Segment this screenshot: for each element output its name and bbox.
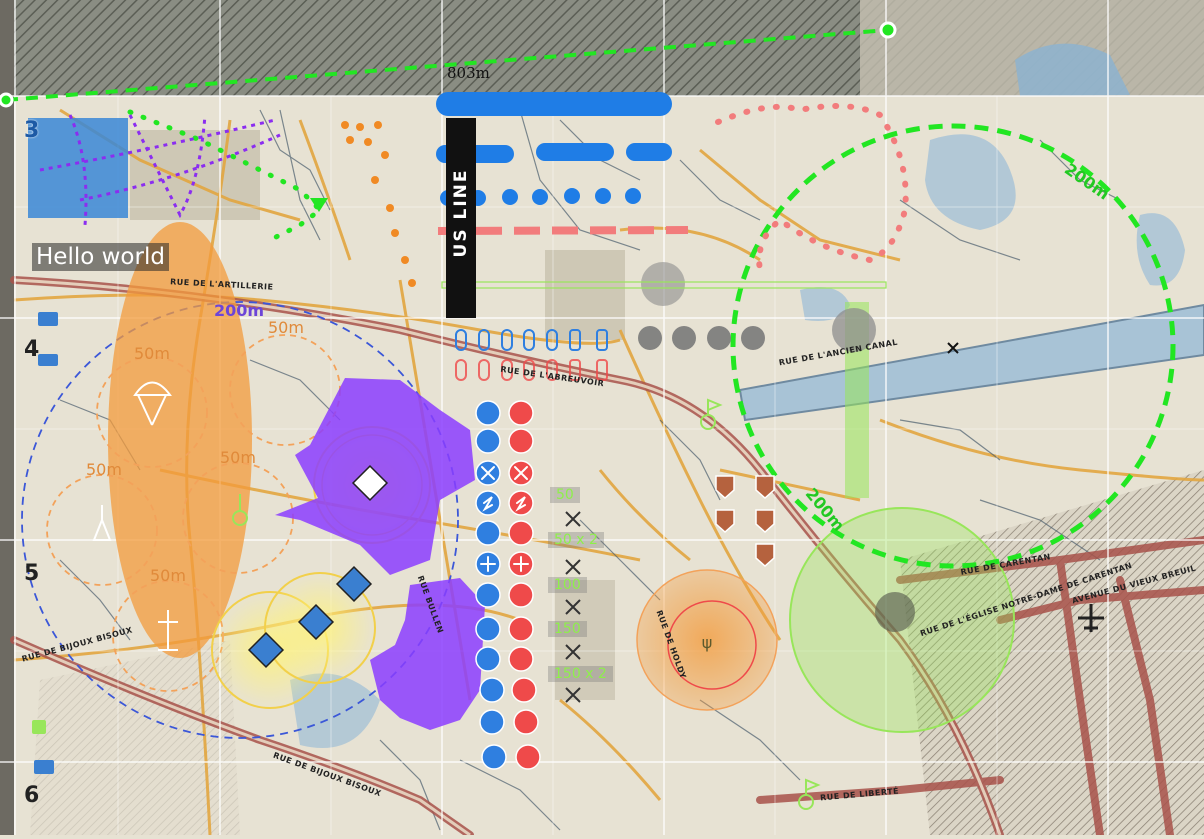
magnitude-label: 50 x 2 — [548, 532, 604, 548]
route-node[interactable] — [879, 21, 897, 39]
us-line-marker: US LINE — [446, 118, 476, 318]
magnitude-label: 100 — [548, 577, 587, 593]
grid-number-5: 5 — [24, 561, 40, 586]
radius-label-200m-blue: 200m — [214, 301, 265, 320]
map-canvas[interactable]: ψ Hello world 803m US LINE 3 4 5 6 50m 5… — [0, 0, 1204, 839]
dark-spot — [875, 592, 915, 632]
field-patch — [545, 250, 625, 340]
distance-label: 803m — [447, 64, 490, 82]
trench-marker: ψ — [702, 633, 713, 652]
hello-world-label: Hello world — [32, 243, 169, 271]
us-line-label: US LINE — [451, 168, 471, 258]
magnitude-label: 150 — [548, 621, 587, 637]
grid-number-6: 6 — [24, 783, 40, 808]
legend-line-dashed[interactable] — [436, 143, 672, 163]
grid-number-3: 3 — [24, 118, 40, 143]
radius-label-50m: 50m — [220, 448, 256, 467]
radius-label-50m: 50m — [134, 344, 170, 363]
left-border-strip — [0, 0, 14, 835]
magnitude-label: 150 x 2 — [548, 666, 613, 682]
gray-marker[interactable] — [641, 262, 685, 306]
route-node[interactable] — [0, 92, 14, 108]
radius-label-50m: 50m — [86, 460, 122, 479]
radius-label-50m: 50m — [268, 318, 304, 337]
magnitude-label: 50 — [550, 487, 580, 503]
grid-number-4: 4 — [24, 337, 40, 362]
map-svg[interactable]: ψ — [0, 0, 1204, 839]
field-patch — [555, 580, 615, 700]
radius-label-50m: 50m — [150, 566, 186, 585]
